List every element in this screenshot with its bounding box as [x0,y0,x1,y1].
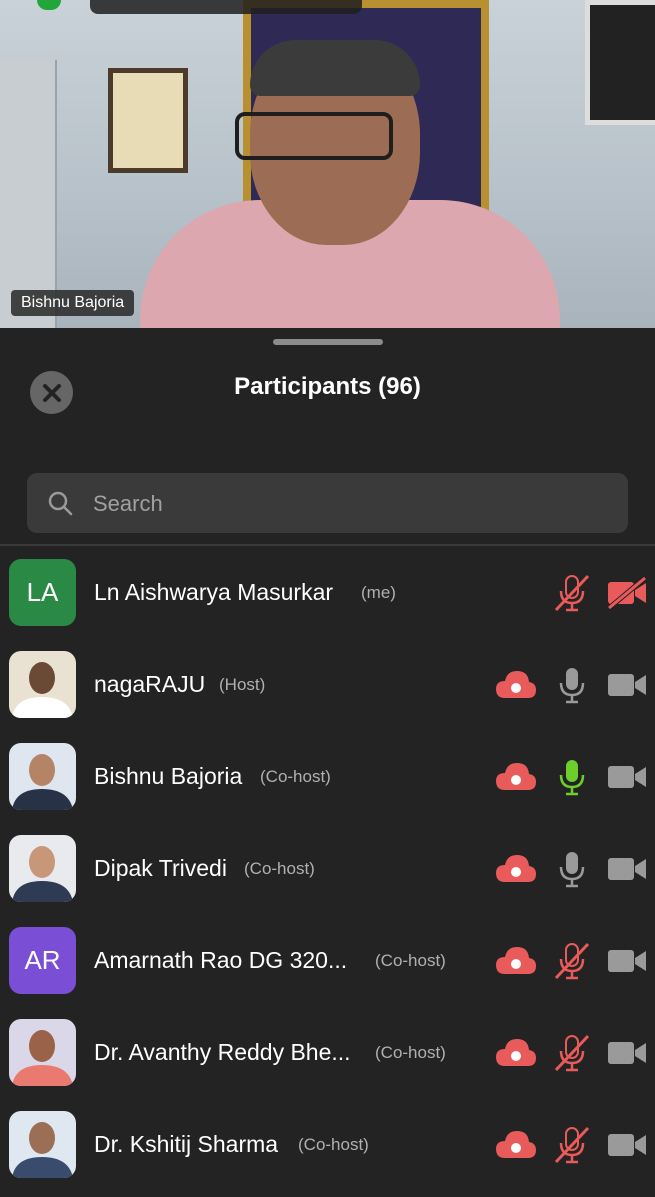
video-camera-icon [608,950,646,972]
participant-row[interactable]: Dr. Kshitij Sharma (Co-host) [0,1098,655,1190]
participant-row[interactable]: LA Ln Aishwarya Masurkar (me) [0,546,655,638]
avatar [9,1019,76,1086]
microphone-icon [559,668,585,704]
participant-name: Bishnu Bajoria [94,763,243,789]
cloud-record-icon [496,855,536,882]
cloud-record-icon [496,947,536,974]
speaker-figure [140,40,560,328]
video-off-icon [606,575,648,611]
video-status[interactable] [606,760,648,799]
mic-status[interactable] [552,1033,592,1078]
mic-muted-icon [554,1034,590,1072]
cloud-record-icon [496,1131,536,1158]
cloud-record-indicator [494,668,538,705]
security-shield-icon[interactable] [37,0,61,10]
search-icon [48,491,73,516]
cloud-record-indicator [494,1036,538,1073]
mic-status[interactable] [552,941,592,986]
cloud-record-icon [496,671,536,698]
participant-role: (Co-host) [260,767,331,786]
video-status[interactable] [606,575,648,615]
video-status[interactable] [606,1036,648,1075]
participant-role: (Co-host) [375,951,446,970]
participant-role: (Co-host) [298,1135,369,1154]
wall-frame [585,0,655,125]
mic-muted-icon [554,942,590,980]
participant-role: (Co-host) [244,859,315,878]
mic-status[interactable] [552,573,592,618]
top-toolbar[interactable] [90,0,362,14]
cloud-record-indicator [494,944,538,981]
video-status[interactable] [606,1128,648,1167]
avatar [9,835,76,902]
video-status[interactable] [606,668,648,707]
video-status[interactable] [606,944,648,983]
video-camera-icon [608,1042,646,1064]
avatar [9,743,76,810]
cloud-record-indicator [494,852,538,889]
mic-muted-icon [554,574,590,612]
mic-status[interactable] [552,757,592,802]
cloud-record-icon [496,763,536,790]
microphone-icon [559,760,585,796]
mic-status[interactable] [552,665,592,710]
cloud-record-icon [496,1039,536,1066]
video-camera-icon [608,1134,646,1156]
participant-row[interactable]: Bishnu Bajoria (Co-host) [0,730,655,822]
speaker-name-tag: Bishnu Bajoria [11,290,135,316]
video-camera-icon [608,858,646,880]
participant-role: (Host) [219,675,266,694]
participant-role: (Co-host) [375,1043,446,1062]
mic-muted-icon [554,1126,590,1164]
participant-name: nagaRAJU [94,671,206,697]
participant-row[interactable]: AR Amarnath Rao DG 320... (Co-host) [0,914,655,1006]
cloud-record-indicator [494,760,538,797]
search-placeholder: Search [93,491,163,516]
mic-status[interactable] [552,1125,592,1170]
fridge [0,60,57,328]
participant-name: Dipak Trivedi [94,855,227,881]
video-camera-icon [608,766,646,788]
avatar: LA [9,559,76,626]
cloud-record-indicator [494,1128,538,1165]
participant-name: Dr. Avanthy Reddy Bhe... [94,1039,351,1065]
participant-row[interactable]: Dr. Avanthy Reddy Bhe... (Co-host) [0,1006,655,1098]
active-speaker-video[interactable]: Bishnu Bajoria [0,0,655,328]
search-input[interactable]: Search [27,473,628,533]
drag-handle[interactable] [273,339,383,345]
participant-name: Amarnath Rao DG 320... [94,947,348,973]
panel-title: Participants (96) [234,373,421,400]
participant-row[interactable]: nagaRAJU (Host) [0,638,655,730]
participant-row[interactable]: Dipak Trivedi (Co-host) [0,822,655,914]
mic-status[interactable] [552,849,592,894]
video-status[interactable] [606,852,648,891]
participant-name: Ln Aishwarya Masurkar [94,579,334,605]
avatar [9,1111,76,1178]
microphone-icon [559,852,585,888]
avatar [9,651,76,718]
video-camera-icon [608,674,646,696]
avatar: AR [9,927,76,994]
participant-role: (me) [361,583,396,602]
participant-name: Dr. Kshitij Sharma [94,1131,279,1157]
